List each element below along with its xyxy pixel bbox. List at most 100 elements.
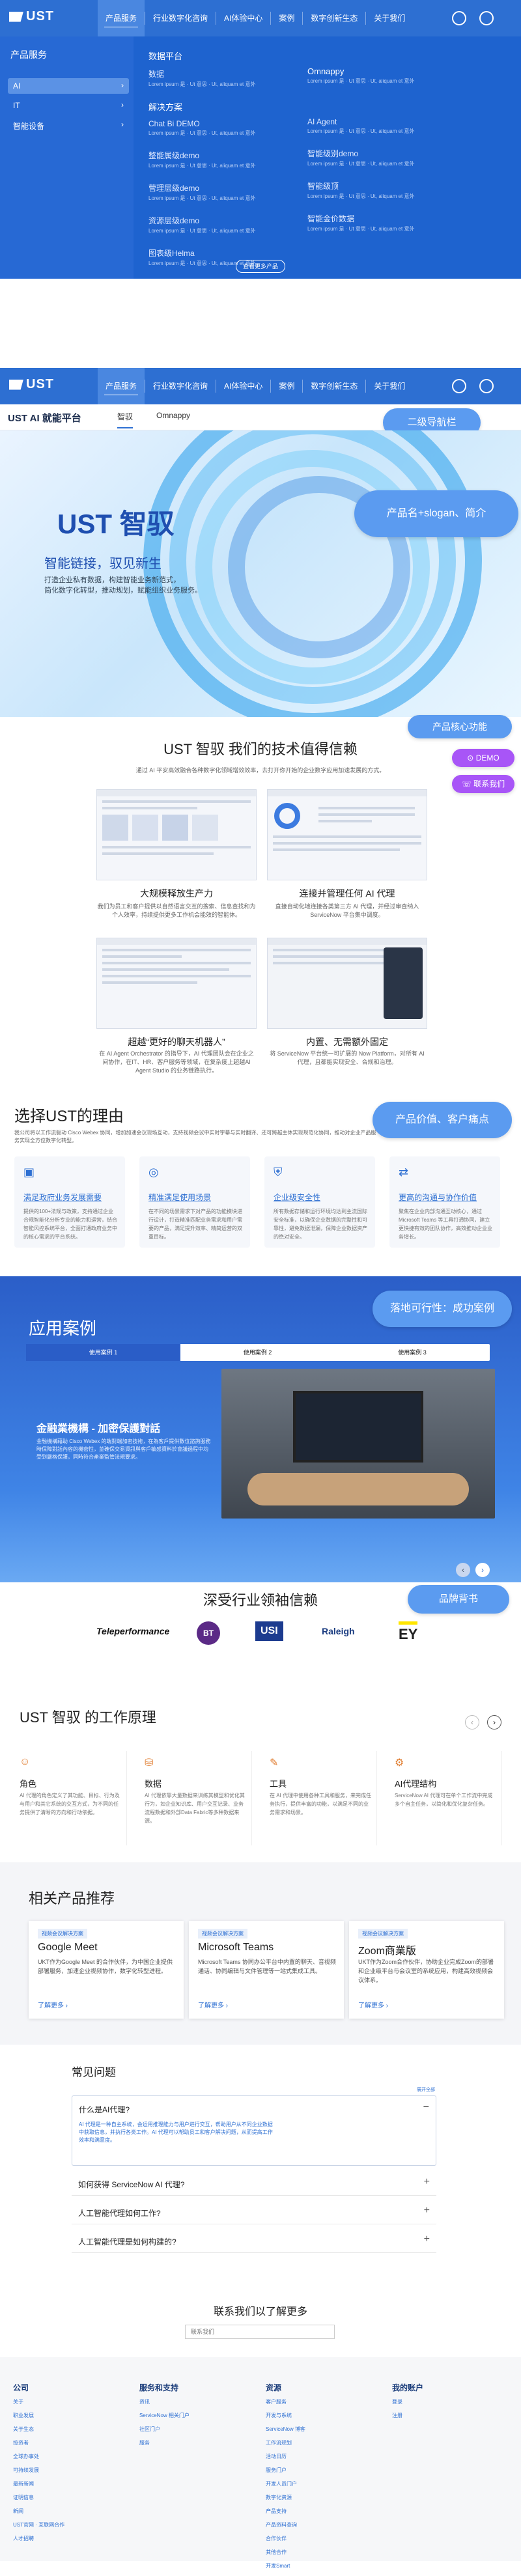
menu-products[interactable]: 产品服务	[98, 0, 145, 36]
footer-link[interactable]: 开发Smart	[266, 2562, 305, 2569]
search-icon[interactable]	[452, 379, 466, 393]
menu-ai-center[interactable]: AI体验中心	[216, 368, 270, 404]
faq-item[interactable]: 人工智能代理如何工作? +	[72, 2198, 436, 2224]
minus-icon[interactable]: −	[423, 2101, 429, 2113]
footer-link[interactable]: 资讯	[139, 2398, 190, 2405]
menu-ecosystem[interactable]: 数字创新生态	[303, 0, 365, 36]
footer-link[interactable]: 工作流规划	[266, 2439, 305, 2446]
footer-link[interactable]: 社区门户	[139, 2426, 190, 2433]
footer-link[interactable]: ServiceNow 博客	[266, 2426, 305, 2433]
hero-title: UST 智驭	[57, 509, 175, 539]
tech-item-desc: 我们为员工和客户提供以自然语言交互的搜索、信息查找和为个人效率，持续提供更多工作…	[97, 903, 256, 918]
view-more-button[interactable]: 查看更多产品	[236, 260, 285, 273]
menu-consulting[interactable]: 行业数字化咨询	[145, 368, 216, 404]
mega-link[interactable]: 智能金价数据 Lorem ipsum 是 · Ut 意思 · Ut, aliqua…	[307, 213, 457, 232]
tech-description: 通过 AI 平安高效融合各种数字化领域增效效率，去打开你开始的企业数字应用加速发…	[135, 767, 386, 774]
footer-link[interactable]: 产品资料查询	[266, 2521, 305, 2528]
menu-ai-center[interactable]: AI体验中心	[216, 0, 270, 36]
next-arrow-icon[interactable]: ›	[475, 1563, 490, 1577]
footer-link[interactable]: 其他合作	[266, 2549, 305, 2556]
menu-about[interactable]: 关于我们	[366, 0, 413, 36]
menu-about[interactable]: 关于我们	[366, 368, 413, 404]
footer-link[interactable]: 产品支持	[266, 2508, 305, 2515]
learn-more-link[interactable]: 了解更多 ›	[358, 2000, 388, 2009]
mega-link[interactable]: 营理层级demo Lorem ipsum 是 · Ut 意思 · Ut, aliq…	[148, 182, 298, 202]
mega-link[interactable]: AI Agent Lorem ipsum 是 · Ut 意思 · Ut, aliq…	[307, 117, 457, 135]
mega-item-ai[interactable]: AI ›	[8, 78, 129, 94]
menu-cases[interactable]: 案例	[271, 0, 302, 36]
globe-icon[interactable]	[479, 379, 494, 393]
contact-us-button[interactable]: ☏ 联系我们	[452, 775, 514, 793]
footer-link[interactable]: 服务	[139, 2439, 190, 2446]
footer-link[interactable]: 人才招聘	[13, 2535, 64, 2542]
tab-case-1[interactable]: 使用案例 1	[26, 1344, 180, 1361]
footer-link[interactable]: 登录	[392, 2398, 423, 2405]
mega-link[interactable]: 整能属级demo Lorem ipsum 是 · Ut 意思 · Ut, aliq…	[148, 150, 298, 169]
logo-teleperformance: Teleperformance	[96, 1626, 170, 1636]
globe-icon[interactable]	[479, 11, 494, 25]
mega-link[interactable]: 数据 Lorem ipsum 是 · Ut 意思 · Ut, aliquam et…	[148, 68, 298, 88]
tab-omnappy[interactable]: Omnappy	[156, 411, 190, 420]
footer-link[interactable]: 开发与系统	[266, 2412, 305, 2419]
plus-icon: +	[423, 2205, 430, 2216]
prev-arrow-icon[interactable]: ‹	[465, 1715, 479, 1729]
contact-input[interactable]	[185, 2325, 335, 2339]
mega-item-it[interactable]: IT ›	[8, 98, 129, 113]
learn-more-link[interactable]: 了解更多 ›	[198, 2000, 228, 2009]
footer-link[interactable]: 最新新闻	[13, 2480, 64, 2487]
footer-link[interactable]: 合作伙伴	[266, 2535, 305, 2542]
faq-item[interactable]: 人工智能代理是如何构建的? +	[72, 2227, 436, 2253]
search-icon[interactable]	[452, 11, 466, 25]
related-card[interactable]: 视频会议解决方案 Microsoft Teams Microsoft Teams 协…	[189, 1921, 344, 2019]
footer-link[interactable]: 关于	[13, 2398, 64, 2405]
related-card[interactable]: 视频会议解决方案 Zoom商業版 UKT作为Zoom合作伙伴，协助企业完成Zoom的…	[349, 1921, 504, 2019]
faq-item[interactable]: 如何获得 ServiceNow AI 代理? +	[72, 2170, 436, 2196]
mega-link[interactable]: 智能级别demo Lorem ipsum 是 · Ut 意思 · Ut, aliq…	[307, 148, 457, 167]
footer-link[interactable]: 服务门户	[266, 2467, 305, 2474]
footer-link[interactable]: 客户服务	[266, 2398, 305, 2405]
prev-arrow-icon[interactable]: ‹	[456, 1563, 470, 1577]
screenshot-chatbot	[96, 938, 257, 1029]
footer-link[interactable]: 关于生态	[13, 2426, 64, 2433]
tab-zhiyu[interactable]: 智驭	[117, 411, 134, 428]
footer-link[interactable]: 全球办事处	[13, 2453, 64, 2460]
ust-logo[interactable]: UST	[9, 377, 54, 392]
footer-link[interactable]: 开发人员门户	[266, 2480, 305, 2487]
mega-link[interactable]: 智能级顶 Lorem ipsum 是 · Ut 意思 · Ut, aliquam …	[307, 180, 457, 200]
footer-link[interactable]: 新闻	[13, 2508, 64, 2515]
footer-link[interactable]: 可持续发展	[13, 2467, 64, 2474]
footer-link[interactable]: 注册	[392, 2412, 423, 2419]
menu-consulting[interactable]: 行业数字化咨询	[145, 0, 216, 36]
footer-link[interactable]: 活动日历	[266, 2453, 305, 2460]
footer-link[interactable]: UST官网 · 互联网合作	[13, 2521, 64, 2528]
mega-item-devices[interactable]: 智能设备 ›	[8, 117, 129, 133]
footer-link[interactable]: 投资者	[13, 2439, 64, 2446]
network-icon: ⚙	[395, 1757, 404, 1769]
footer-link[interactable]: 数字化资源	[266, 2494, 305, 2501]
footer-link[interactable]: 职业发展	[13, 2412, 64, 2419]
mega-link[interactable]: Chat Bi DEMO Lorem ipsum 是 · Ut 意思 · Ut, …	[148, 119, 298, 137]
related-card[interactable]: 视频会议解决方案 Google Meet UKT作为Google Meet 的合作伙…	[29, 1921, 184, 2019]
tab-case-2[interactable]: 使用案例 2	[180, 1344, 335, 1361]
faq-open-item: 什么是AI代理? − AI 代理是一种自主系统，会运用推理能力与用户进行交互，帮…	[72, 2095, 436, 2166]
mega-link[interactable]: 资源层级demo Lorem ipsum 是 · Ut 意思 · Ut, aliq…	[148, 215, 298, 234]
menu-products[interactable]: 产品服务	[98, 368, 145, 404]
menu-ecosystem[interactable]: 数字创新生态	[303, 368, 365, 404]
screenshot-builtin	[267, 938, 427, 1029]
case-image	[221, 1369, 495, 1519]
footer-link[interactable]: 证明信息	[13, 2494, 64, 2501]
demo-button[interactable]: ⊙ DEMO	[452, 749, 514, 767]
footer-link[interactable]: ServiceNow 相关门户	[139, 2412, 190, 2419]
menu-cases[interactable]: 案例	[271, 368, 302, 404]
next-arrow-icon[interactable]: ›	[487, 1715, 501, 1729]
expand-all-link[interactable]: 展开全部	[417, 2086, 435, 2093]
learn-more-link[interactable]: 了解更多 ›	[38, 2000, 68, 2009]
faq-question[interactable]: 什么是AI代理?	[79, 2104, 130, 2115]
tab-case-3[interactable]: 使用案例 3	[335, 1344, 490, 1361]
why-card: ⛨ 企业级安全性 所有数据存储和运行环境均达到主流国际安全标准，以确保企业数据的完整…	[264, 1156, 375, 1248]
why-card: ◎ 精准满足使用场景 在不同的场景需求下对产品的功能模块进行设计，打造精准匹配业务需…	[139, 1156, 250, 1248]
mega-link[interactable]: Omnappy	[307, 66, 457, 76]
logo-raleigh: Raleigh	[322, 1626, 355, 1636]
handshake-icon: ⇄	[399, 1166, 409, 1179]
ust-logo[interactable]: UST	[9, 9, 54, 24]
